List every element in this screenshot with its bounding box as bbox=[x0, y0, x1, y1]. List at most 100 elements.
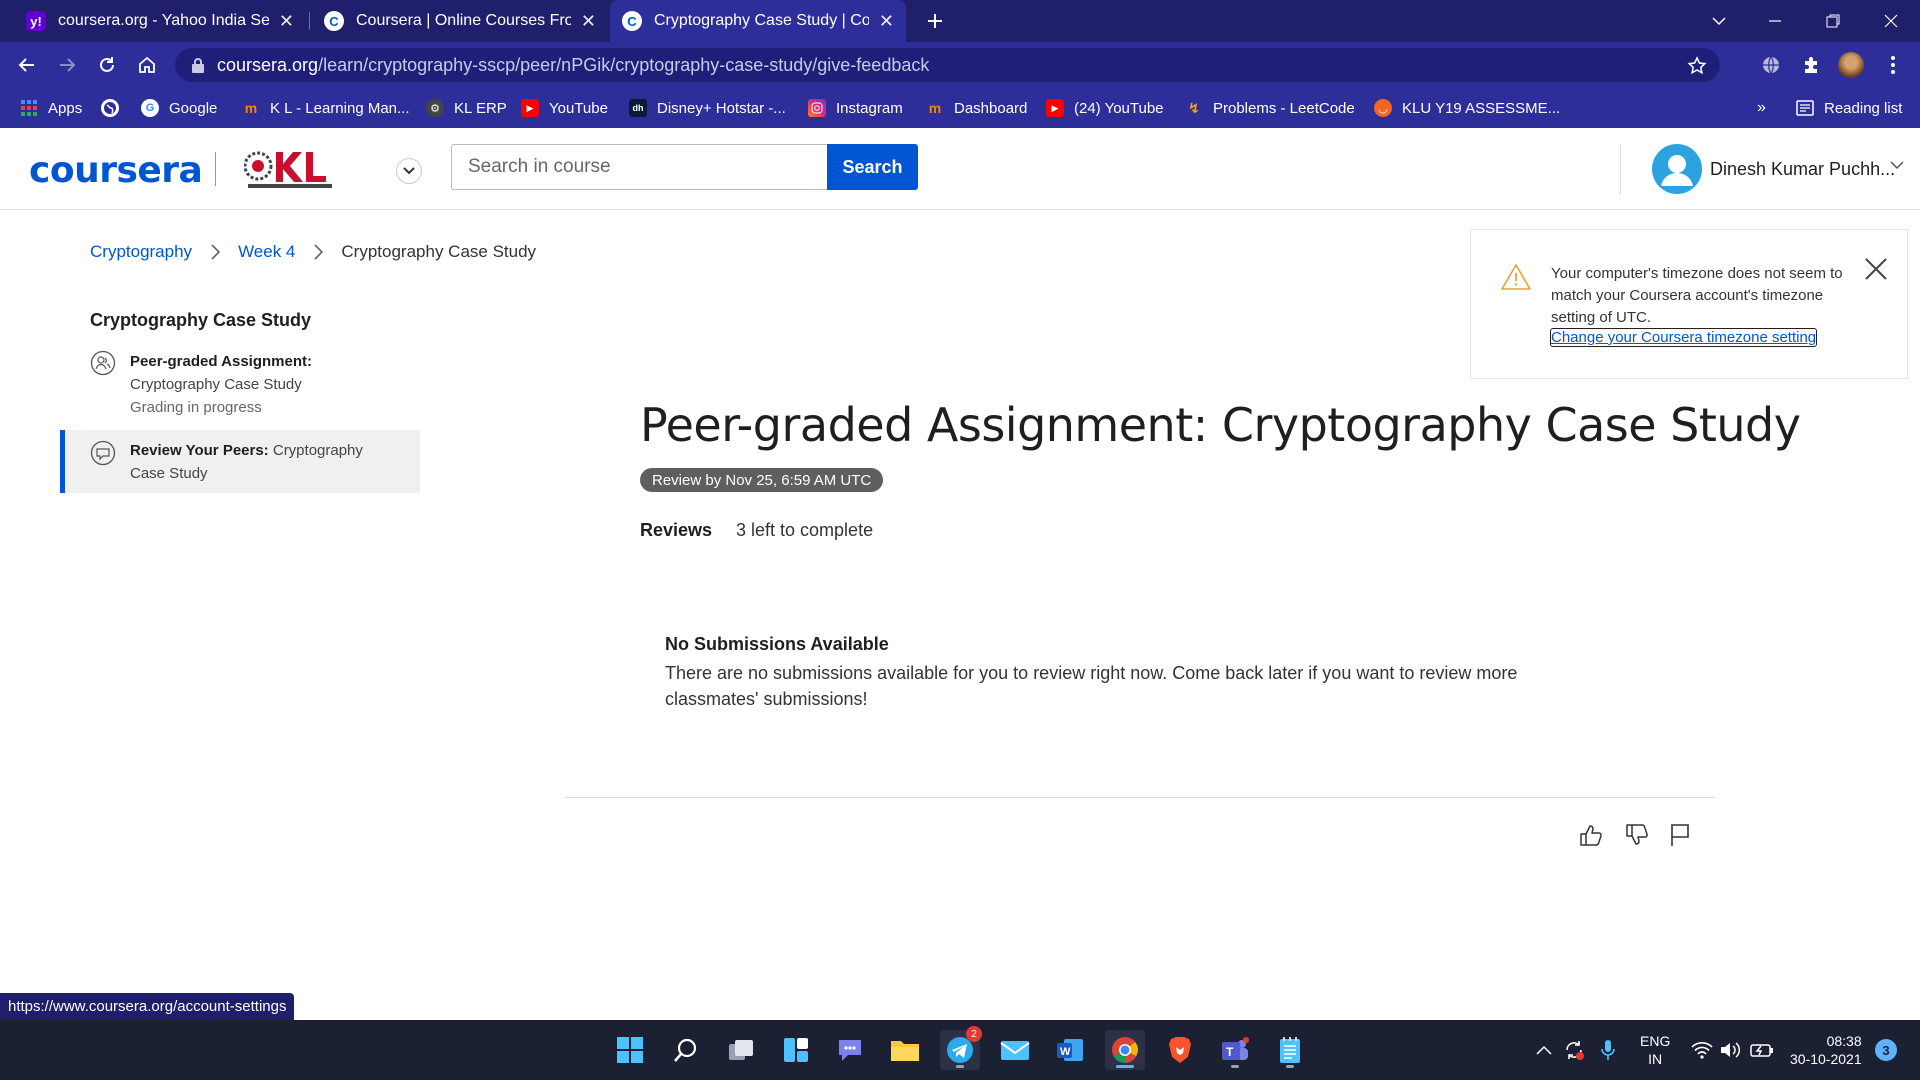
restore-button[interactable] bbox=[1810, 0, 1856, 42]
taskbar-search-button[interactable] bbox=[666, 1030, 706, 1070]
reviews-label: Reviews bbox=[640, 520, 713, 540]
widgets-button[interactable] bbox=[776, 1030, 816, 1070]
telegram-button[interactable]: 2 bbox=[940, 1026, 982, 1070]
bookmark-klu-assessment[interactable]: ◡ KLU Y19 ASSESSME... bbox=[1374, 96, 1560, 120]
youtube-icon: ▶ bbox=[1046, 99, 1064, 117]
profile-button[interactable] bbox=[1836, 50, 1866, 80]
input-language-indicator[interactable]: ENG IN bbox=[1640, 1032, 1670, 1068]
bookmark-globe[interactable] bbox=[101, 96, 129, 120]
institution-menu-button[interactable] bbox=[396, 158, 422, 184]
address-bar[interactable]: coursera.org/learn/cryptography-sscp/pee… bbox=[175, 48, 1720, 82]
course-search-input[interactable] bbox=[451, 144, 827, 190]
sidebar-item-review-your-peers[interactable]: Review Your Peers: Cryptography Case Stu… bbox=[60, 430, 420, 493]
translate-extension-button[interactable] bbox=[1756, 50, 1786, 80]
breadcrumb-week-link[interactable]: Week 4 bbox=[238, 242, 295, 262]
minimize-button[interactable] bbox=[1752, 0, 1798, 42]
logo-divider bbox=[215, 152, 216, 186]
new-tab-button[interactable] bbox=[912, 0, 958, 42]
teams-chat-button[interactable] bbox=[830, 1030, 870, 1070]
dislike-button[interactable] bbox=[1622, 820, 1652, 850]
mail-button[interactable] bbox=[995, 1030, 1035, 1070]
speaker-icon bbox=[1721, 1042, 1741, 1058]
extensions-button[interactable] bbox=[1796, 50, 1826, 80]
due-date-badge: Review by Nov 25, 6:59 AM UTC bbox=[640, 468, 884, 492]
sync-status-icon-button[interactable] bbox=[1562, 1038, 1586, 1062]
start-button[interactable] bbox=[610, 1030, 650, 1070]
back-button[interactable] bbox=[12, 50, 42, 80]
teams-button[interactable]: T bbox=[1215, 1030, 1255, 1070]
report-flag-button[interactable] bbox=[1665, 820, 1695, 850]
close-tab-icon[interactable]: ✕ bbox=[879, 11, 894, 32]
sidebar-item-peer-graded-assignment[interactable]: Peer-graded Assignment: Cryptography Cas… bbox=[60, 350, 420, 422]
bookmark-youtube-24[interactable]: ▶ (24) YouTube bbox=[1046, 96, 1164, 120]
bookmark-label: K L - Learning Man... bbox=[270, 99, 410, 117]
bookmark-kl-erp[interactable]: ⚙ KL ERP bbox=[426, 96, 507, 120]
taskbar-clock[interactable]: 08:38 30-10-2021 bbox=[1790, 1032, 1862, 1068]
change-timezone-link[interactable]: Change your Coursera timezone setting bbox=[1549, 328, 1818, 347]
brave-button[interactable] bbox=[1160, 1030, 1200, 1070]
chrome-button[interactable] bbox=[1105, 1030, 1145, 1070]
file-explorer-button[interactable] bbox=[885, 1030, 925, 1070]
bookmark-leetcode[interactable]: ↯ Problems - LeetCode bbox=[1185, 96, 1355, 120]
restore-icon bbox=[1826, 14, 1840, 28]
search-button[interactable]: Search bbox=[827, 144, 918, 190]
word-button[interactable]: W bbox=[1050, 1030, 1090, 1070]
tab-coursera-home[interactable]: C Coursera | Online Courses From Top ✕ bbox=[312, 0, 608, 42]
bookmark-dashboard[interactable]: m Dashboard bbox=[926, 96, 1028, 120]
tab-search-button[interactable] bbox=[1696, 0, 1742, 42]
mail-icon bbox=[1000, 1041, 1030, 1060]
home-button[interactable] bbox=[132, 50, 162, 80]
chat-icon bbox=[839, 1040, 861, 1061]
bookmark-star-icon[interactable] bbox=[1687, 56, 1707, 76]
bookmark-apps[interactable]: Apps bbox=[20, 96, 82, 120]
language-code: ENG bbox=[1640, 1033, 1671, 1049]
bookmark-hotstar[interactable]: dh Disney+ Hotstar -... bbox=[629, 96, 786, 120]
bookmark-google[interactable]: G Google bbox=[141, 96, 217, 120]
notepad-button[interactable] bbox=[1270, 1030, 1310, 1070]
bookmark-kl-learning[interactable]: m K L - Learning Man... bbox=[242, 96, 410, 120]
bookmark-label: (24) YouTube bbox=[1074, 99, 1164, 117]
yahoo-favicon-icon: y! bbox=[26, 11, 46, 31]
url-text: coursera.org/learn/cryptography-sscp/pee… bbox=[217, 55, 929, 76]
microphone-button[interactable] bbox=[1596, 1038, 1620, 1062]
volume-button[interactable] bbox=[1718, 1038, 1742, 1062]
user-name[interactable]: Dinesh Kumar Puchh... bbox=[1710, 159, 1895, 180]
forward-button[interactable] bbox=[52, 50, 82, 80]
wifi-button[interactable] bbox=[1690, 1038, 1714, 1062]
breadcrumb-course-link[interactable]: Cryptography bbox=[90, 242, 192, 262]
sidebar-item-status: Grading in progress bbox=[130, 399, 262, 416]
close-tab-icon[interactable]: ✕ bbox=[581, 11, 596, 32]
running-indicator bbox=[1286, 1065, 1294, 1068]
kl-university-logo bbox=[244, 151, 332, 188]
battery-button[interactable] bbox=[1750, 1038, 1774, 1062]
show-hidden-icons-button[interactable] bbox=[1532, 1038, 1556, 1062]
tab-title: Coursera | Online Courses From Top bbox=[356, 12, 571, 29]
chrome-menu-button[interactable] bbox=[1878, 50, 1908, 80]
bookmark-instagram[interactable]: Instagram bbox=[808, 96, 903, 120]
breadcrumb: Cryptography Week 4 Cryptography Case St… bbox=[90, 240, 536, 264]
coursera-logo[interactable]: coursera bbox=[29, 150, 203, 191]
tab-yahoo-search[interactable]: y! coursera.org - Yahoo India Search ✕ bbox=[14, 0, 306, 42]
user-avatar[interactable] bbox=[1652, 144, 1702, 194]
bookmark-youtube[interactable]: ▶ YouTube bbox=[521, 96, 608, 120]
clock-date: 30-10-2021 bbox=[1790, 1051, 1862, 1067]
close-icon[interactable] bbox=[1863, 256, 1889, 282]
battery-charging-icon bbox=[1750, 1044, 1773, 1057]
peer-assignment-icon bbox=[90, 350, 116, 376]
reading-list-button[interactable]: Reading list bbox=[1796, 96, 1902, 120]
browser-tab-bar: y! coursera.org - Yahoo India Search ✕ C… bbox=[0, 0, 1920, 42]
close-tab-icon[interactable]: ✕ bbox=[279, 11, 294, 32]
tab-title: coursera.org - Yahoo India Search bbox=[58, 12, 269, 29]
wifi-icon bbox=[1691, 1041, 1713, 1059]
bookmarks-overflow-button[interactable]: » bbox=[1757, 96, 1766, 120]
task-view-button[interactable] bbox=[721, 1030, 761, 1070]
close-window-button[interactable] bbox=[1868, 0, 1914, 42]
tab-cryptography-case-study[interactable]: C Cryptography Case Study | Coursera ✕ bbox=[610, 0, 906, 42]
link-status-bubble: https://www.coursera.org/account-setting… bbox=[0, 993, 295, 1020]
reload-button[interactable] bbox=[92, 50, 122, 80]
notification-count-badge[interactable]: 3 bbox=[1875, 1039, 1897, 1061]
like-button[interactable] bbox=[1576, 820, 1606, 850]
chevron-down-icon[interactable] bbox=[1890, 161, 1904, 170]
sidebar-item-text: Review Your Peers: Cryptography Case Stu… bbox=[130, 439, 400, 485]
user-icon bbox=[1661, 155, 1693, 186]
